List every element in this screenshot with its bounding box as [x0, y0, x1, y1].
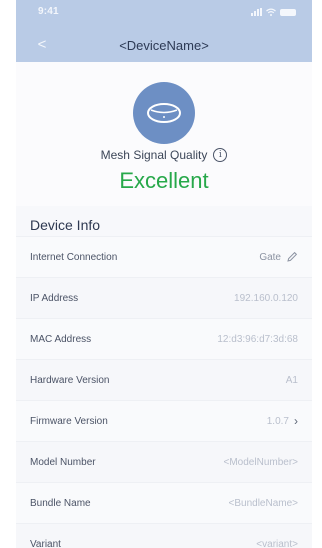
row-value: 192.160.0.120	[234, 292, 298, 304]
status-time: 9:41	[38, 6, 59, 17]
frame-edge-left	[0, 0, 16, 548]
row-value: <ModelNumber>	[223, 456, 298, 468]
back-chevron-icon: <	[37, 35, 47, 53]
screen: 9:41 < <DeviceName> Mesh Signal Quality …	[0, 0, 322, 548]
phone-screen: 9:41 < <DeviceName> Mesh Signal Quality …	[16, 0, 312, 548]
page-title: <DeviceName>	[119, 38, 209, 53]
row-ip-address: IP Address 192.160.0.120	[16, 277, 312, 318]
row-value: <BundleName>	[228, 497, 299, 509]
row-mac-address: MAC Address 12:d3:96:d7:3d:68	[16, 318, 312, 359]
row-value: A1	[285, 374, 298, 386]
info-icon[interactable]: i	[213, 148, 228, 162]
device-info-list: Internet Connection Gate IP Address 192.…	[16, 236, 312, 548]
row-value: 1.0.7 ›	[267, 414, 298, 428]
row-model-number: Model Number <ModelNumber>	[16, 441, 312, 482]
device-info-heading: Device Info	[30, 217, 101, 233]
status-icons	[251, 8, 296, 16]
edit-pencil-icon[interactable]	[286, 251, 298, 263]
mesh-router-icon	[133, 82, 195, 144]
signal-quality-label: Mesh Signal Quality	[100, 148, 208, 162]
battery-icon	[280, 8, 296, 16]
row-label: Internet Connection	[30, 251, 118, 263]
row-label: MAC Address	[30, 333, 92, 345]
back-button[interactable]: <	[32, 34, 52, 54]
row-label: Hardware Version	[30, 374, 110, 386]
row-label: Model Number	[30, 456, 96, 468]
header-band: 9:41 < <DeviceName>	[16, 0, 312, 62]
firmware-version-value: 1.0.7	[266, 415, 289, 427]
status-bar: 9:41	[16, 0, 312, 26]
row-variant: Variant <variant>	[16, 523, 312, 548]
row-hardware-version: Hardware Version A1	[16, 359, 312, 400]
signal-hero: Mesh Signal Quality i Excellent	[16, 62, 312, 206]
internet-connection-value: Gate	[259, 251, 281, 263]
row-internet-connection[interactable]: Internet Connection Gate	[16, 236, 312, 277]
row-label: IP Address	[30, 292, 79, 304]
nav-bar: < <DeviceName>	[16, 30, 312, 58]
chevron-right-icon: ›	[294, 414, 298, 428]
row-label: Firmware Version	[30, 415, 108, 427]
row-label: Variant	[30, 538, 61, 548]
row-bundle-name: Bundle Name <BundleName>	[16, 482, 312, 523]
row-value: <variant>	[256, 538, 298, 548]
signal-quality-value: Excellent	[119, 168, 209, 193]
frame-edge-right	[312, 0, 322, 548]
wifi-icon	[266, 8, 276, 16]
row-firmware-version[interactable]: Firmware Version 1.0.7 ›	[16, 400, 312, 441]
signal-icon	[251, 8, 262, 16]
router-glyph-icon	[147, 103, 181, 123]
row-label: Bundle Name	[30, 497, 91, 509]
row-value: Gate	[259, 251, 298, 263]
row-value: 12:d3:96:d7:3d:68	[217, 333, 298, 345]
signal-quality-row: Mesh Signal Quality i	[16, 148, 312, 162]
